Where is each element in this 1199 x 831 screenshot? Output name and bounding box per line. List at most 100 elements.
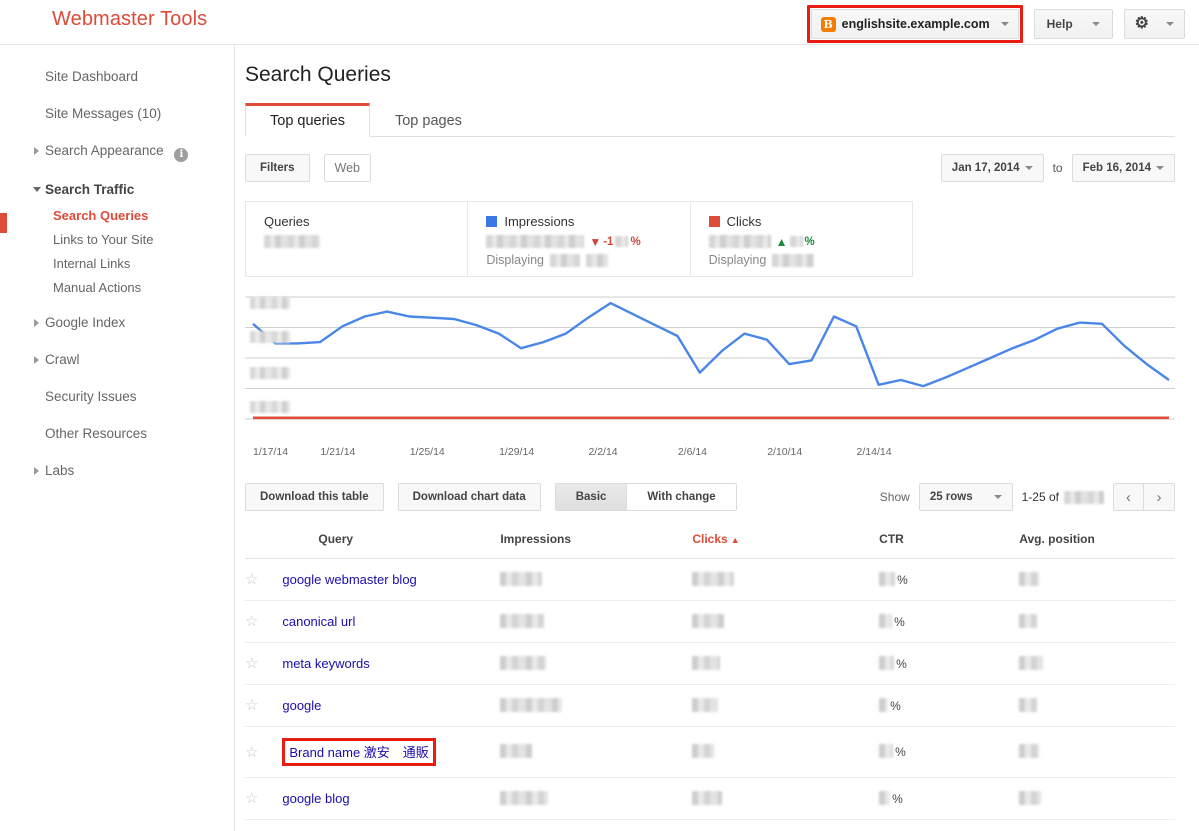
- sidebar-item-site-messages[interactable]: Site Messages (10): [0, 100, 234, 128]
- tab-top-pages[interactable]: Top pages: [370, 103, 487, 137]
- chevron-down-icon: [1024, 166, 1033, 170]
- sidebar-item-label: Search Appearance: [45, 143, 164, 158]
- impressions-delta: ▼ -1 %: [589, 236, 640, 248]
- star-cell: ☆: [245, 684, 283, 727]
- site-selector-button[interactable]: B englishsite.example.com: [810, 9, 1019, 39]
- query-link[interactable]: google webmaster blog: [282, 572, 416, 587]
- top-bar: Webmaster Tools B englishsite.example.co…: [0, 0, 1199, 45]
- sidebar-item-internal-links[interactable]: Internal Links: [0, 252, 234, 276]
- sidebar-item-other-resources[interactable]: Other Resources: [0, 420, 234, 448]
- sidebar-item-crawl[interactable]: Crawl: [0, 346, 234, 374]
- help-button[interactable]: Help: [1033, 9, 1113, 39]
- sidebar-item-search-traffic[interactable]: Search Traffic: [0, 176, 234, 204]
- filters-button[interactable]: Filters: [245, 154, 310, 182]
- column-header-ctr[interactable]: CTR: [879, 526, 1020, 559]
- filters-label: Filters: [260, 162, 295, 174]
- sidebar-item-google-index[interactable]: Google Index: [0, 309, 234, 337]
- table-row[interactable]: ☆ canonical url%: [245, 600, 1175, 643]
- column-header-impressions[interactable]: Impressions: [500, 526, 693, 559]
- table-row[interactable]: ☆ google%: [245, 684, 1175, 727]
- stat-card-sub: Displaying: [486, 253, 689, 267]
- stat-card-value-row: [264, 235, 467, 248]
- web-filter-chip[interactable]: Web: [323, 154, 371, 182]
- page-title: Search Queries: [245, 63, 391, 86]
- column-header-avg-position[interactable]: Avg. position: [1019, 526, 1175, 559]
- star-icon[interactable]: ☆: [245, 612, 275, 630]
- download-chart-data-button[interactable]: Download chart data: [397, 483, 541, 511]
- sidebar-item-search-queries[interactable]: Search Queries: [0, 204, 234, 228]
- table-row[interactable]: ☆ meta keywords%: [245, 642, 1175, 685]
- view-mode-toggle: Basic With change: [554, 483, 737, 511]
- table-row[interactable]: ☆ google webmaster blog%: [245, 558, 1175, 601]
- impressions-cell: [500, 684, 693, 727]
- star-icon[interactable]: ☆: [245, 570, 275, 588]
- table-row[interactable]: ☆webmaster%: [245, 819, 1175, 831]
- view-mode-label: With change: [647, 491, 716, 503]
- settings-button[interactable]: ⚙: [1123, 9, 1185, 39]
- sidebar-item-label: Search Traffic: [45, 182, 135, 197]
- web-label: Web: [334, 161, 360, 175]
- site-name-label: englishsite.example.com: [841, 17, 990, 31]
- sidebar-item-links-to-your-site[interactable]: Links to Your Site: [0, 228, 234, 252]
- redacted-y-tick-label: [250, 331, 290, 343]
- redacted-value: [879, 697, 889, 712]
- sidebar-item-manual-actions[interactable]: Manual Actions: [0, 276, 234, 300]
- chart-x-tick-label: 1/25/14: [409, 446, 445, 458]
- next-page-button[interactable]: ›: [1144, 483, 1175, 511]
- date-from-button[interactable]: Jan 17, 2014: [940, 154, 1044, 182]
- avg-position-cell: [1019, 600, 1175, 643]
- info-icon[interactable]: i: [174, 148, 189, 162]
- redacted-value: [1019, 613, 1038, 628]
- tab-top-queries[interactable]: Top queries: [245, 103, 370, 137]
- query-link[interactable]: google blog: [282, 791, 349, 806]
- redacted-value: [1019, 571, 1040, 586]
- top-bar-actions: B englishsite.example.com Help ⚙: [806, 5, 1185, 43]
- star-icon[interactable]: ☆: [245, 696, 275, 714]
- query-link[interactable]: google: [282, 698, 321, 713]
- star-cell: ☆: [245, 600, 283, 643]
- redacted-value: [692, 790, 723, 805]
- date-to-button[interactable]: Feb 16, 2014: [1071, 154, 1175, 182]
- view-mode-label: Basic: [575, 491, 607, 503]
- impressions-cell: [500, 600, 693, 643]
- star-cell: ☆: [245, 558, 283, 601]
- date-range-picker: Jan 17, 2014 to Feb 16, 2014: [940, 154, 1175, 182]
- percent-sign: %: [895, 745, 906, 759]
- sidebar-item-search-appearance[interactable]: Search Appearance i: [0, 137, 234, 167]
- stat-cards: Queries Impressions ▼ -1 % Displaying Cl…: [245, 201, 913, 277]
- redacted-value: [879, 613, 893, 628]
- clicks-cell: [692, 777, 880, 820]
- avg-position-cell: [1019, 684, 1175, 727]
- view-mode-with-change[interactable]: With change: [627, 483, 737, 511]
- result-range-label: 1-25 of: [1021, 490, 1059, 504]
- column-header-query[interactable]: Query: [282, 526, 501, 559]
- query-link[interactable]: canonical url: [282, 614, 355, 629]
- download-table-button[interactable]: Download this table: [245, 483, 384, 511]
- table-row[interactable]: ☆ google blog%: [245, 777, 1175, 820]
- stat-card-title-row: Impressions: [486, 214, 689, 229]
- sidebar-item-label: Links to Your Site: [53, 232, 154, 247]
- sidebar: Site Dashboard Site Messages (10) Search…: [0, 45, 235, 831]
- query-link[interactable]: meta keywords: [282, 656, 369, 671]
- view-mode-basic[interactable]: Basic: [554, 483, 628, 511]
- rows-per-page-select[interactable]: 25 rows: [918, 483, 1013, 511]
- table-row[interactable]: ☆ Brand name 激安 通販%: [245, 726, 1175, 778]
- chevron-down-icon: [1166, 22, 1174, 26]
- star-icon[interactable]: ☆: [245, 789, 275, 807]
- delta-unit: %: [804, 235, 815, 248]
- star-icon[interactable]: ☆: [245, 743, 275, 761]
- column-header-clicks[interactable]: Clicks ▲: [692, 526, 880, 559]
- filter-toolbar: Filters Web Jan 17, 2014 to Feb 16, 2014: [245, 153, 1175, 183]
- redacted-value: [1019, 744, 1040, 758]
- sidebar-item-site-dashboard[interactable]: Site Dashboard: [0, 63, 234, 91]
- prev-page-button[interactable]: ‹: [1113, 483, 1144, 511]
- tab-bar: Top queries Top pages: [245, 103, 1175, 137]
- clicks-cell: [692, 642, 880, 685]
- download-chart-label: Download chart data: [412, 491, 526, 503]
- sidebar-item-labs[interactable]: Labs: [0, 457, 234, 485]
- star-icon[interactable]: ☆: [245, 654, 275, 672]
- arrow-up-icon: ▲: [775, 234, 788, 249]
- query-link[interactable]: Brand name 激安 通販: [282, 738, 436, 766]
- sidebar-item-security-issues[interactable]: Security Issues: [0, 383, 234, 411]
- clicks-cell: [692, 684, 880, 727]
